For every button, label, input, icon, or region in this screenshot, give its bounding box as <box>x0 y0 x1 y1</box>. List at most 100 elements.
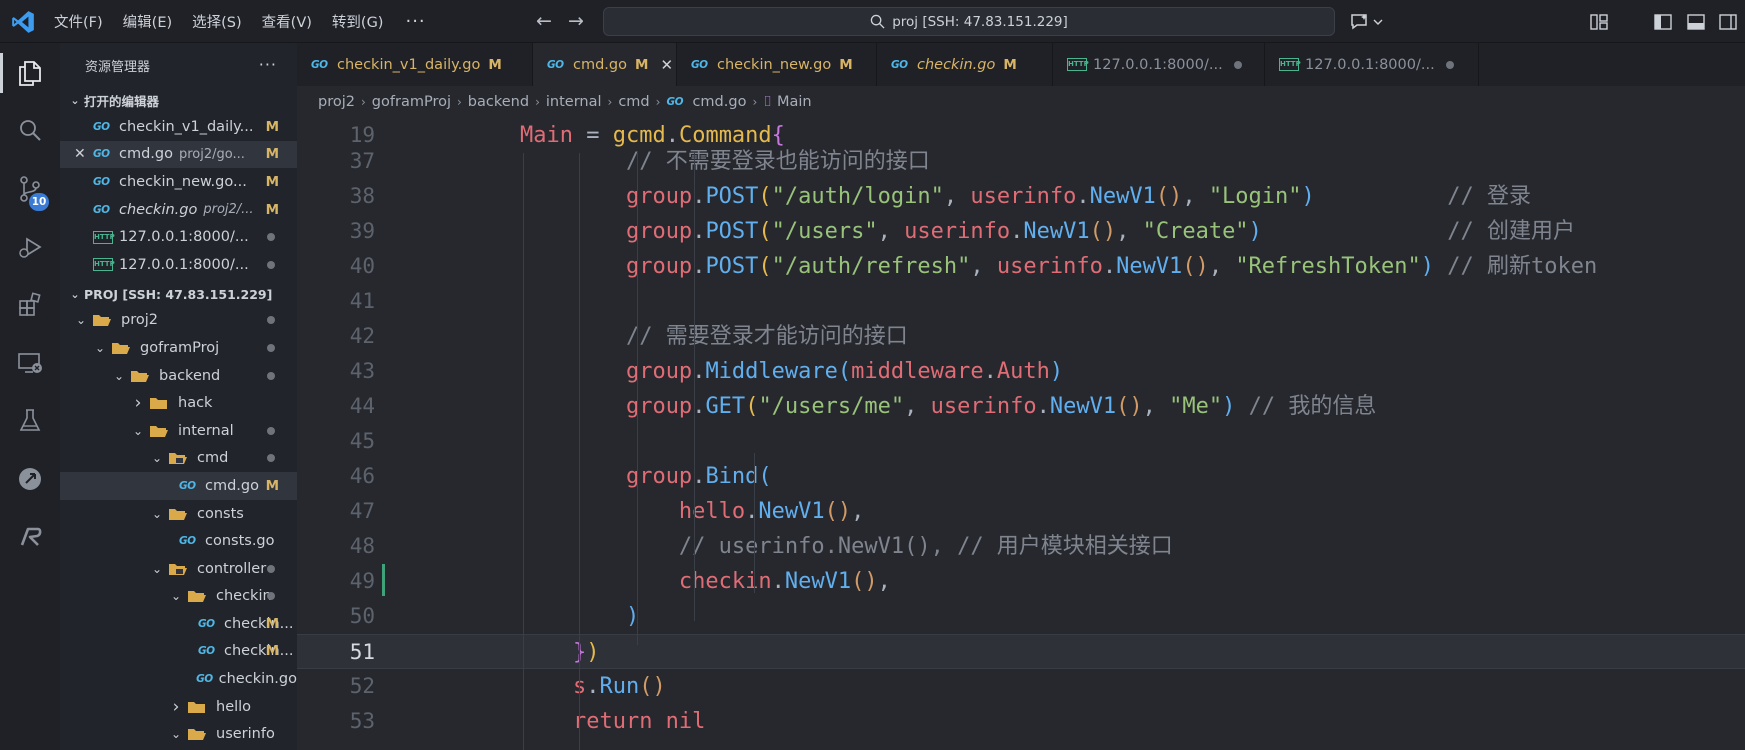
code-line[interactable]: 37 // 不需要登录也能访问的接口 <box>297 144 1745 179</box>
code-token: "Me" <box>1169 394 1223 419</box>
folder-tree-item[interactable]: ⌄ backend <box>60 362 297 390</box>
toggle-panel-icon[interactable] <box>1686 12 1706 32</box>
open-editors-section[interactable]: ⌄ 打开的编辑器 <box>60 88 297 113</box>
go-file-icon: GO <box>198 645 215 658</box>
remote-explorer-icon[interactable] <box>0 339 60 387</box>
folder-tree-item[interactable]: ⌄ userinfo <box>60 720 297 748</box>
open-editor-item[interactable]: ✕ GO cmd.go proj2/go... M <box>60 140 297 169</box>
ai-assistant-icon[interactable] <box>0 513 60 561</box>
editor-tab[interactable]: GO cmd.go M ✕ <box>533 43 677 86</box>
forward-arrow-icon[interactable]: → <box>566 11 586 31</box>
line-number: 45 <box>349 429 375 453</box>
breadcrumb-item[interactable]: backend <box>468 94 529 110</box>
folder-tree-item[interactable]: › hello <box>60 693 297 721</box>
tree-item-label: goframProj <box>140 339 220 356</box>
file-tree-item[interactable]: GO cmd.go M <box>60 472 297 500</box>
code-text: group.POST("/auth/login", userinfo.NewV1… <box>467 179 1531 214</box>
code-line[interactable]: 38 group.POST("/auth/login", userinfo.Ne… <box>297 179 1745 214</box>
toggle-primary-sidebar-icon[interactable] <box>1653 12 1673 32</box>
code-text: s.Run() <box>467 669 666 704</box>
folder-tree-item[interactable]: ⌄ goframProj <box>60 334 297 362</box>
folder-tree-item[interactable]: ⌄ controller <box>60 555 297 583</box>
rest-client-icon[interactable] <box>0 455 60 503</box>
source-control-icon[interactable]: 10 <box>0 165 60 213</box>
open-editor-item[interactable]: GO checkin_new.go... M <box>60 168 297 196</box>
menu-item[interactable]: 选择(S) <box>192 11 242 32</box>
code-token: userinfo <box>904 219 1011 244</box>
breadcrumb-separator-icon: › <box>535 95 540 109</box>
code-line[interactable]: 45 <box>297 424 1745 459</box>
close-icon[interactable]: ✕ <box>74 146 86 162</box>
code-line[interactable]: 39 group.POST("/users", userinfo.NewV1()… <box>297 214 1745 249</box>
editor-tab[interactable]: HTTP 127.0.0.1:8000/... <box>1053 43 1265 86</box>
folder-tree-item[interactable]: ⌄ internal <box>60 417 297 445</box>
command-center-search[interactable]: proj [SSH: 47.83.151.229] <box>603 7 1335 36</box>
menu-item[interactable]: 查看(V) <box>262 11 312 32</box>
code-line[interactable]: 40 group.POST("/auth/refresh", userinfo.… <box>297 249 1745 284</box>
code-line[interactable]: 42 // 需要登录才能访问的接口 <box>297 319 1745 354</box>
more-menu-icon[interactable]: ··· <box>405 11 425 32</box>
code-line[interactable]: 48 // userinfo.NewV1(), // 用户模块相关接口 <box>297 529 1745 564</box>
code-line[interactable]: 49 checkin.NewV1(), <box>297 564 1745 599</box>
chevron-down-icon: ⌄ <box>75 313 87 328</box>
file-tree-item[interactable]: GO checkin... M <box>60 610 297 638</box>
open-editor-item[interactable]: GO checkin_v1_daily... M <box>60 113 297 141</box>
go-file-icon: GO <box>198 617 215 630</box>
editor-tab[interactable]: GO checkin.go M <box>877 43 1053 86</box>
code-line[interactable]: 43 group.Middleware(middleware.Auth) <box>297 354 1745 389</box>
tab-close-icon[interactable]: ✕ <box>660 56 673 74</box>
testing-icon[interactable] <box>0 397 60 445</box>
code-line[interactable]: 51 }) <box>297 634 1745 669</box>
unsaved-dot-icon <box>267 260 275 269</box>
open-editor-item[interactable]: HTTP 127.0.0.1:8000/... <box>60 223 297 251</box>
line-number: 50 <box>349 604 375 628</box>
file-tree-item[interactable]: GO checkin.go <box>60 665 297 693</box>
folder-tree-item[interactable]: ⌄ proj2 <box>60 307 297 335</box>
explorer-icon[interactable] <box>0 49 60 97</box>
modified-dot-icon <box>267 564 275 573</box>
customize-layout-icon[interactable] <box>1589 12 1609 32</box>
explorer-more-icon[interactable]: ··· <box>259 55 277 74</box>
code-line[interactable]: 41 <box>297 284 1745 319</box>
search-icon[interactable] <box>0 107 60 155</box>
breadcrumb-item[interactable]: goframProj <box>372 94 451 110</box>
code-line[interactable]: 50 ) <box>297 599 1745 634</box>
code-editor[interactable]: 19 Main = gcmd.Command{37 // 不需要登录也能访问的接… <box>297 118 1745 750</box>
code-line[interactable]: 46 group.Bind( <box>297 459 1745 494</box>
menu-item[interactable]: 转到(G) <box>332 11 384 32</box>
breadcrumb-item[interactable]: cmd <box>618 94 649 110</box>
folder-tree-item[interactable]: ⌄ consts <box>60 500 297 528</box>
code-line[interactable]: 44 group.GET("/users/me", userinfo.NewV1… <box>297 389 1745 424</box>
editor-tab[interactable]: GO checkin_v1_daily.go M <box>297 43 533 86</box>
code-token: ) <box>1049 359 1064 384</box>
code-token: POST <box>705 184 759 209</box>
project-section[interactable]: ⌄ PROJ [SSH: 47.83.151.229] <box>60 282 297 307</box>
folder-tree-item[interactable]: ⌄ checkin <box>60 583 297 611</box>
copilot-chat-icon[interactable] <box>1350 12 1384 32</box>
breadcrumb-item[interactable]: proj2 <box>318 94 355 110</box>
open-editor-item[interactable]: HTTP 127.0.0.1:8000/... <box>60 251 297 279</box>
open-editor-item[interactable]: GO checkin.go proj2/... M <box>60 196 297 224</box>
breadcrumb-item[interactable]: Main <box>777 94 812 110</box>
run-debug-icon[interactable] <box>0 223 60 271</box>
editor-tab[interactable]: GO checkin_new.go M <box>677 43 877 86</box>
folder-tree-item[interactable]: › hack <box>60 389 297 417</box>
breadcrumb-item[interactable]: internal <box>546 94 602 110</box>
toggle-secondary-sidebar-icon[interactable] <box>1718 12 1738 32</box>
code-line[interactable]: 52 s.Run() <box>297 669 1745 704</box>
file-tree: ⌄ proj2 ⌄ goframProj ⌄ backend › hack ⌄ internal ⌄… <box>60 307 297 749</box>
chevron-down-icon: ⌄ <box>151 561 163 576</box>
code-line[interactable]: 53 return nil <box>297 704 1745 739</box>
breadcrumb-item[interactable]: cmd.go <box>692 94 746 110</box>
file-tree-item[interactable]: GO checkin... M <box>60 638 297 666</box>
editor-tab[interactable]: HTTP 127.0.0.1:8000/... <box>1265 43 1479 86</box>
code-line[interactable]: 47 hello.NewV1(), <box>297 494 1745 529</box>
back-arrow-icon[interactable]: ← <box>534 11 554 31</box>
menu-item[interactable]: 编辑(E) <box>123 11 172 32</box>
menu-item[interactable]: 文件(F) <box>54 11 103 32</box>
extensions-icon[interactable] <box>0 281 60 329</box>
folder-tree-item[interactable]: ⌄ cmd <box>60 445 297 473</box>
file-tree-item[interactable]: GO consts.go <box>60 527 297 555</box>
